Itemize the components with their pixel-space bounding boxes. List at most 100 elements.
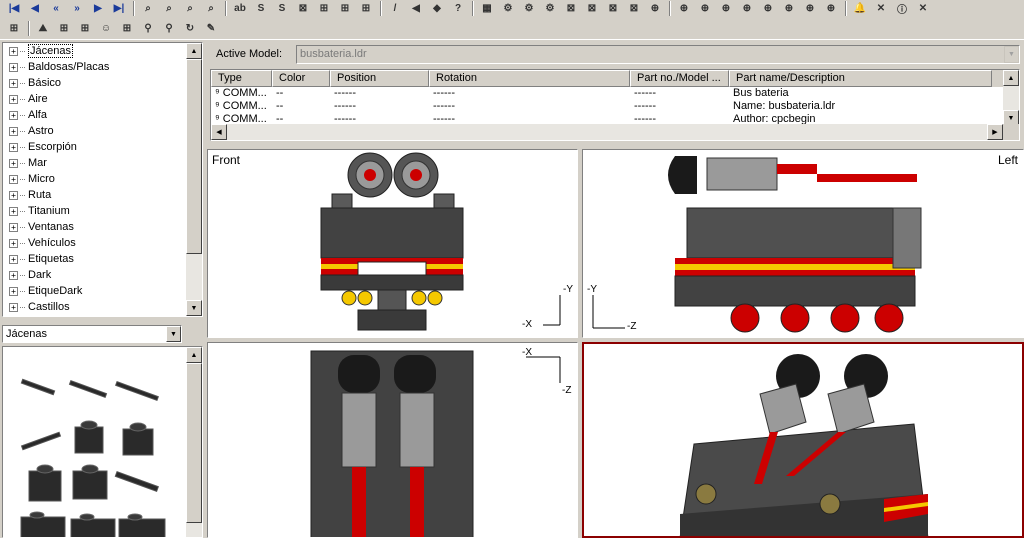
tb1-button-10[interactable]: ab [230,1,250,17]
column-header[interactable]: Part name/Description [729,70,992,87]
tree-item[interactable]: + Jácenas [3,43,202,59]
tb1-button-8[interactable]: ⌕ [180,1,200,17]
tb1-button-37[interactable]: ⊕ [821,1,841,17]
tb1-button-27[interactable]: ⊠ [603,1,623,17]
column-header[interactable]: Color [272,70,330,87]
tb1-button-1[interactable]: ◀ [25,1,45,17]
tree-item[interactable]: + Ruta [3,187,202,203]
column-header[interactable]: Rotation [429,70,630,87]
tree-item[interactable]: + Micro [3,171,202,187]
column-header[interactable]: Position [330,70,429,87]
expand-icon[interactable]: + [9,62,18,72]
expand-icon[interactable]: + [9,190,18,200]
tb2-button-5[interactable]: ⊞ [117,20,137,36]
tb2-button-7[interactable]: ⚲ [159,20,179,36]
viewport-front[interactable]: Front -Y -X [207,149,578,338]
parts-thumbnails[interactable] [3,347,188,538]
tree-item[interactable]: + Aire [3,91,202,107]
model-contents-table[interactable]: Type Color Position Rotation Part no./Model … [210,69,1020,141]
tb1-button-33[interactable]: ⊕ [737,1,757,17]
tb1-button-15[interactable]: ⊞ [335,1,355,17]
viewport-3d[interactable] [582,342,1024,538]
tree-item[interactable]: + Titanium [3,203,202,219]
tb1-button-39[interactable]: ✕ [871,1,891,17]
tb1-button-41[interactable]: ✕ [913,1,933,17]
scroll-up-icon[interactable]: ▲ [186,347,202,363]
tb1-button-7[interactable]: ⌕ [159,1,179,17]
tb1-button-6[interactable]: ⌕ [138,1,158,17]
tb1-button-29[interactable]: ⊕ [645,1,665,17]
tb1-button-12[interactable]: S [272,1,292,17]
tb1-button-16[interactable]: ⊞ [356,1,376,17]
expand-icon[interactable]: + [9,78,18,88]
scroll-thumb[interactable] [186,363,202,523]
tb1-button-36[interactable]: ⊕ [800,1,820,17]
tree-item[interactable]: + Mar [3,155,202,171]
tb1-button-19[interactable]: ◆ [427,1,447,17]
tb1-button-17[interactable]: / [385,1,405,17]
expand-icon[interactable]: + [9,254,18,264]
tb2-button-1[interactable]: ⛰ [33,20,53,36]
tree-item[interactable]: + Alfa [3,107,202,123]
tb1-button-20[interactable]: ? [448,1,468,17]
tb2-button-8[interactable]: ↻ [180,20,200,36]
tree-item[interactable]: + Castillos [3,299,202,315]
tb2-button-0[interactable]: ⊞ [4,20,24,36]
tree-item[interactable]: + Básico [3,75,202,91]
tree-item[interactable]: + Ventanas [3,219,202,235]
tb1-button-24[interactable]: ⚙ [540,1,560,17]
scroll-left-icon[interactable]: ◀ [211,124,227,140]
scroll-up-icon[interactable]: ▲ [1003,70,1019,86]
table-hscrollbar[interactable]: ◀ ▶ [211,124,1003,140]
expand-icon[interactable]: + [9,286,18,296]
tb1-button-3[interactable]: » [67,1,87,17]
expand-icon[interactable]: + [9,222,18,232]
scroll-down-icon[interactable]: ▼ [186,300,202,316]
tb1-button-25[interactable]: ⊠ [561,1,581,17]
tree-item[interactable]: + Etiquetas [3,251,202,267]
active-model-select[interactable]: busbateria.ldr ▼ [296,44,1020,64]
tree-item[interactable]: + Baldosas/Placas [3,59,202,75]
category-combo[interactable]: Jácenas ▼ [2,325,182,343]
table-vscrollbar[interactable]: ▲ ▼ [1003,70,1019,126]
expand-icon[interactable]: + [9,238,18,248]
table-row[interactable]: ⁹ COMM... -- ------ ------ ------ Name: busba… [211,100,1019,113]
expand-icon[interactable]: + [9,302,18,312]
tb1-button-21[interactable]: ▦ [477,1,497,17]
viewport-left[interactable]: Left -Y -Z [582,149,1024,338]
scroll-right-icon[interactable]: ▶ [987,124,1003,140]
column-header[interactable]: Type [211,70,272,87]
expand-icon[interactable]: + [9,94,18,104]
expand-icon[interactable]: + [9,206,18,216]
tb1-button-2[interactable]: « [46,1,66,17]
tb1-button-4[interactable]: ▶ [88,1,108,17]
expand-icon[interactable]: + [9,110,18,120]
tb1-button-11[interactable]: S [251,1,271,17]
tb1-button-9[interactable]: ⌕ [201,1,221,17]
tb1-button-40[interactable]: ⓘ [892,1,912,17]
column-header[interactable]: Part no./Model ... [630,70,729,87]
tb1-button-32[interactable]: ⊕ [716,1,736,17]
chevron-down-icon[interactable]: ▼ [166,326,181,342]
tb1-button-26[interactable]: ⊠ [582,1,602,17]
tb1-button-0[interactable]: |◀ [4,1,24,17]
expand-icon[interactable]: + [9,142,18,152]
tb1-button-30[interactable]: ⊕ [674,1,694,17]
scroll-thumb[interactable] [186,59,202,254]
tree-item[interactable]: + Escorpión [3,139,202,155]
tb2-button-9[interactable]: ✎ [201,20,221,36]
tb1-button-34[interactable]: ⊕ [758,1,778,17]
expand-icon[interactable]: + [9,126,18,136]
scroll-up-icon[interactable]: ▲ [186,43,202,59]
tree-item[interactable]: + Astro [3,123,202,139]
tb1-button-31[interactable]: ⊕ [695,1,715,17]
tb2-button-4[interactable]: ☺ [96,20,116,36]
tb1-button-5[interactable]: ▶| [109,1,129,17]
expand-icon[interactable]: + [9,46,18,56]
tb1-button-23[interactable]: ⚙ [519,1,539,17]
tree-item[interactable]: + Dark [3,267,202,283]
tb2-button-6[interactable]: ⚲ [138,20,158,36]
viewport-top[interactable]: -X -Z [207,342,578,538]
table-row[interactable]: ⁹ COMM... -- ------ ------ ------ Bus bateria [211,87,1019,100]
tb1-button-38[interactable]: 🔔 [850,1,870,17]
